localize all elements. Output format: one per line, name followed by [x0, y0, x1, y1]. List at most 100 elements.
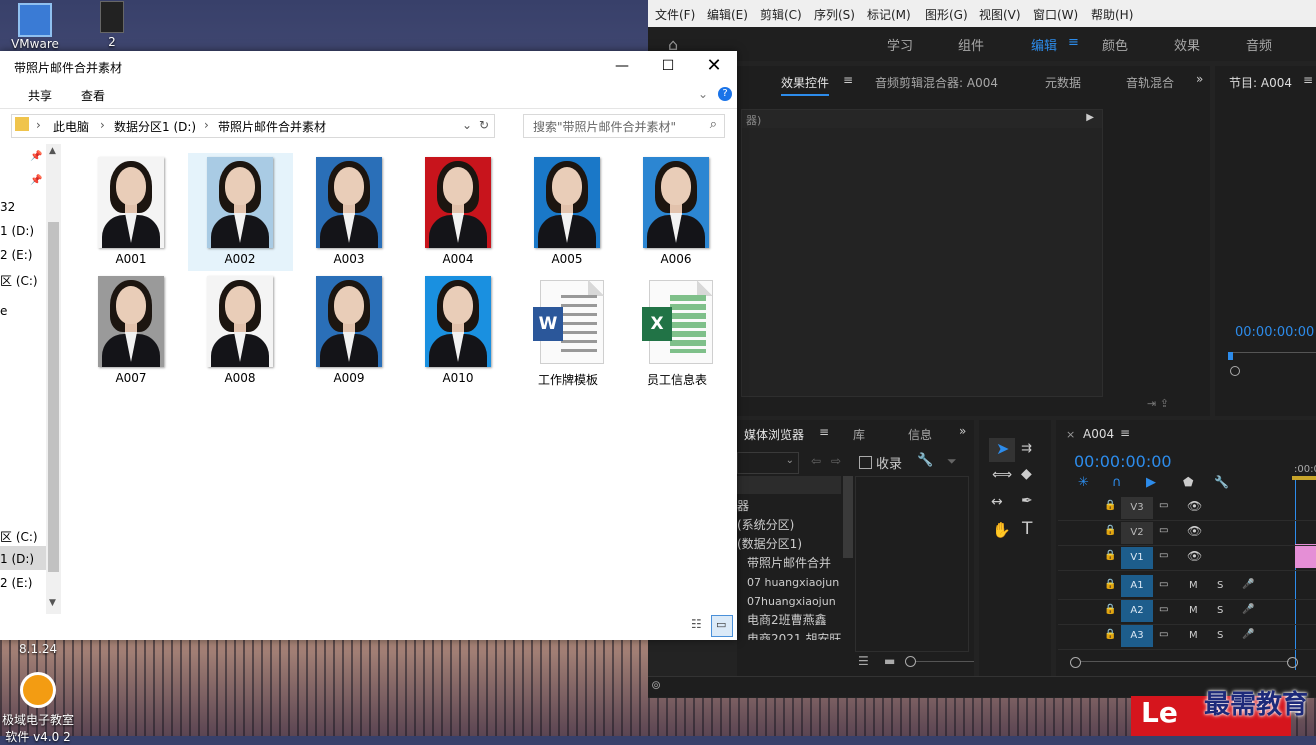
address-bar[interactable]: › 此电脑 › 数据分区1 (D:) › 带照片邮件合并素材 ⌄ ↻ — [11, 114, 495, 138]
razor-tool-icon[interactable]: ◆ — [1021, 466, 1032, 482]
address-dropdown-icon[interactable]: ⌄ — [462, 118, 472, 132]
menu-file[interactable]: 文件(F) — [655, 6, 695, 23]
workspace-editing[interactable]: 编辑 — [1031, 35, 1057, 54]
tab-libraries[interactable]: 库 — [853, 426, 865, 443]
search-icon[interactable]: ⌕ — [710, 117, 717, 132]
workspace-color[interactable]: 颜色 — [1102, 35, 1128, 54]
nav-item[interactable]: 区 (C:) — [0, 528, 38, 545]
photo-thumbnail-a009[interactable] — [316, 276, 382, 367]
lock-icon[interactable]: 🔒 — [1104, 525, 1116, 536]
tab-program[interactable]: 节目: A004 — [1229, 74, 1292, 91]
nav-item[interactable]: 1 (D:) — [0, 552, 34, 566]
solo-button[interactable]: S — [1217, 580, 1223, 591]
timeline-settings-icon[interactable]: 🔧 — [1214, 475, 1229, 489]
scroll-up-icon[interactable]: ▲ — [49, 146, 56, 156]
nav-item[interactable]: 2 (E:) — [0, 576, 32, 590]
program-timecode[interactable]: 00:00:00:00 — [1235, 325, 1314, 340]
pin-icon[interactable]: 📌 — [30, 175, 42, 186]
timeline-zoom-right-handle[interactable] — [1287, 657, 1298, 668]
playhead-icon[interactable] — [1228, 352, 1233, 360]
photo-thumbnail-a010[interactable] — [425, 276, 491, 367]
icon-view-icon[interactable]: ▬ — [884, 654, 895, 668]
list-item[interactable]: 带照片邮件合并 — [737, 554, 841, 573]
close-button[interactable]: ✕ — [691, 51, 737, 81]
nav-item[interactable]: 2 (E:) — [0, 248, 32, 262]
track-label-v2[interactable]: V2 — [1121, 522, 1153, 544]
back-arrow-icon[interactable]: ⇦ — [811, 454, 821, 468]
selection-tool-icon[interactable]: ➤ — [996, 439, 1009, 458]
track-label-a1[interactable]: A1 — [1121, 575, 1153, 597]
ribbon-tab-view[interactable]: 查看 — [81, 87, 105, 104]
list-item[interactable]: 电商2班曹燕鑫 — [737, 611, 841, 630]
tab-effect-controls[interactable]: 效果控件 — [781, 74, 830, 96]
photo-thumbnail-a008[interactable] — [207, 276, 273, 367]
timeline-zoom-bar[interactable] — [1081, 661, 1289, 662]
pin-icon[interactable]: 📌 — [30, 151, 42, 162]
overflow-icon[interactable]: » — [1196, 72, 1203, 86]
nav-item[interactable]: 1 (D:) — [0, 224, 34, 238]
maximize-button[interactable]: ☐ — [645, 51, 691, 81]
list-view-icon[interactable]: ☰ — [858, 654, 869, 668]
program-scrubber[interactable] — [1229, 352, 1316, 353]
panel-menu-icon[interactable]: ≡ — [819, 425, 829, 439]
add-marker-icon[interactable]: ▶ — [1146, 475, 1156, 490]
list-item[interactable]: (数据分区1) — [737, 535, 841, 554]
desktop-icon-2[interactable]: 2 — [90, 0, 134, 49]
photo-thumbnail-a003[interactable] — [316, 157, 382, 248]
desktop-icon-vmware[interactable]: VMware — [6, 0, 64, 51]
scroll-down-icon[interactable]: ▼ — [49, 598, 56, 608]
sync-lock-icon[interactable]: ▭ — [1159, 604, 1168, 615]
search-input[interactable]: 搜索"带照片邮件合并素材" ⌕ — [523, 114, 725, 138]
export-frame-icon[interactable]: ⇥ ⇪ — [1147, 397, 1169, 410]
type-tool-icon[interactable]: T — [1022, 519, 1032, 539]
browser-scrollbar[interactable] — [843, 476, 853, 558]
menu-clip[interactable]: 剪辑(C) — [760, 6, 802, 23]
photo-thumbnail-a001[interactable] — [98, 157, 164, 248]
panel-menu-icon[interactable]: ≡ — [1120, 426, 1130, 440]
list-item[interactable]: (系统分区) — [737, 516, 841, 535]
menu-view[interactable]: 视图(V) — [979, 6, 1021, 23]
tab-sequence[interactable]: A004 — [1083, 427, 1114, 441]
location-dropdown[interactable]: ⌄ — [737, 452, 799, 474]
tab-media-browser[interactable]: 媒体浏览器 — [744, 426, 804, 443]
panel-menu-icon[interactable]: ≡ — [1303, 73, 1313, 87]
workspace-assembly[interactable]: 组件 — [958, 35, 984, 54]
photo-thumbnail-a004[interactable] — [425, 157, 491, 248]
tab-info[interactable]: 信息 — [908, 426, 932, 443]
eye-icon[interactable]: 👁 — [1187, 524, 1202, 538]
lock-icon[interactable]: 🔒 — [1104, 629, 1116, 640]
photo-thumbnail-a005[interactable] — [534, 157, 600, 248]
hand-tool-icon[interactable]: ✋ — [992, 521, 1011, 539]
mute-button[interactable]: M — [1189, 630, 1198, 641]
refresh-icon[interactable]: ↻ — [479, 118, 489, 132]
word-document-icon[interactable]: W — [533, 280, 604, 364]
mute-button[interactable]: M — [1189, 605, 1198, 616]
list-item[interactable]: 07huangxiaojun — [737, 592, 841, 611]
menu-edit[interactable]: 编辑(E) — [707, 6, 748, 23]
workspace-menu-icon[interactable]: ≡ — [1068, 35, 1079, 50]
nav-scrollbar[interactable]: ▲ ▼ — [46, 144, 61, 614]
minimize-button[interactable]: — — [599, 51, 645, 81]
tab-audio-track-mixer[interactable]: 音轨混合 — [1126, 74, 1174, 91]
list-item[interactable]: 器 — [737, 497, 841, 516]
large-icons-view-button[interactable]: ▭ — [711, 615, 733, 637]
breadcrumb-this-pc[interactable]: 此电脑 — [53, 118, 89, 135]
menu-window[interactable]: 窗口(W) — [1033, 6, 1078, 23]
sync-lock-icon[interactable]: ▭ — [1159, 629, 1168, 640]
photo-thumbnail-a002[interactable] — [207, 157, 273, 248]
details-view-icon[interactable]: ☷ — [691, 617, 702, 631]
snap-icon[interactable]: ✳ — [1078, 475, 1089, 490]
track-label-a2[interactable]: A2 — [1121, 600, 1153, 622]
solo-button[interactable]: S — [1217, 605, 1223, 616]
panel-menu-icon[interactable]: ≡ — [843, 73, 853, 87]
sync-lock-icon[interactable]: ▭ — [1159, 579, 1168, 590]
track-select-tool-icon[interactable]: ⇉ — [1021, 441, 1032, 456]
excel-document-icon[interactable]: X — [642, 280, 713, 364]
menu-marker[interactable]: 标记(M) — [867, 6, 911, 23]
forward-arrow-icon[interactable]: ⇨ — [831, 454, 841, 468]
eye-icon[interactable]: 👁 — [1187, 499, 1202, 513]
nav-item[interactable]: e — [0, 304, 7, 318]
ribbon-tab-share[interactable]: 共享 — [28, 87, 52, 104]
menu-graphics[interactable]: 图形(G) — [925, 6, 968, 23]
nav-scroll-thumb[interactable] — [48, 222, 59, 572]
